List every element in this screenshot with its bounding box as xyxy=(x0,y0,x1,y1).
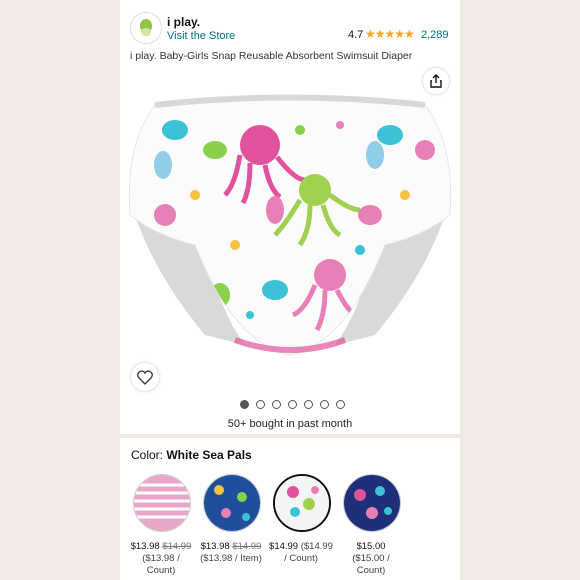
variant-price[interactable]: $13.98 $14.99 ($13.98 / Item) xyxy=(196,541,266,565)
color-label-prefix: Color: xyxy=(131,448,164,462)
carousel-dot[interactable] xyxy=(272,400,281,409)
product-image[interactable] xyxy=(125,85,455,365)
variant-price[interactable]: $13.98 $14.99 ($13.98 / Count) xyxy=(126,541,196,577)
wishlist-button[interactable] xyxy=(131,363,159,391)
star-rating-icon[interactable]: ★★★★★ xyxy=(365,27,415,41)
variant-swatch-pink[interactable] xyxy=(133,474,191,532)
price-current: $13.98 xyxy=(200,541,230,552)
variant-swatch-blue[interactable] xyxy=(203,474,261,532)
variant-price[interactable]: $14.99 ($14.99 / Count) xyxy=(266,541,336,565)
unit-price-suffix: Count) xyxy=(146,565,176,576)
carousel-dot[interactable] xyxy=(240,400,249,409)
unit-price-suffix: Count) xyxy=(356,565,386,576)
heart-icon xyxy=(137,369,153,385)
price-old: $14.99 xyxy=(162,541,192,552)
color-label: Color: White Sea Pals xyxy=(131,448,252,462)
variant-swatch-navy[interactable] xyxy=(343,474,401,532)
carousel-dot[interactable] xyxy=(256,400,265,409)
carousel-dot[interactable] xyxy=(304,400,313,409)
unit-price: ($13.98 / xyxy=(142,553,180,564)
variant-image xyxy=(344,475,400,531)
brand-logo[interactable] xyxy=(130,12,162,44)
carousel-dot[interactable] xyxy=(320,400,329,409)
unit-price-suffix: / Count) xyxy=(284,553,318,564)
color-value: White Sea Pals xyxy=(166,448,252,462)
unit-price: ($15.00 / xyxy=(352,553,390,564)
unit-price: ($14.99 xyxy=(300,541,333,552)
unit-price: ($13.98 / Item) xyxy=(200,553,262,564)
brand-name[interactable]: i play. xyxy=(167,15,200,29)
price-old: $14.99 xyxy=(232,541,262,552)
carousel-dots[interactable] xyxy=(240,400,345,409)
product-title: i play. Baby-Girls Snap Reusable Absorbe… xyxy=(130,50,413,62)
price-current: $15.00 xyxy=(356,541,386,552)
bought-count: 50+ bought in past month xyxy=(227,418,353,430)
variant-image xyxy=(275,476,329,530)
rating-count-link[interactable]: 2,289 xyxy=(421,29,449,41)
variant-image xyxy=(134,475,190,531)
visit-store-link[interactable]: Visit the Store xyxy=(167,30,235,42)
variant-price[interactable]: $15.00 ($15.00 / Count) xyxy=(336,541,406,577)
carousel-dot[interactable] xyxy=(288,400,297,409)
variant-image xyxy=(204,475,260,531)
price-current: $13.98 xyxy=(130,541,160,552)
rating-value: 4.7 xyxy=(348,29,364,41)
leaf-icon xyxy=(140,19,152,36)
price-current: $14.99 xyxy=(269,541,299,552)
carousel-dot[interactable] xyxy=(336,400,345,409)
variant-swatch-white-sea-pals[interactable] xyxy=(273,474,331,532)
